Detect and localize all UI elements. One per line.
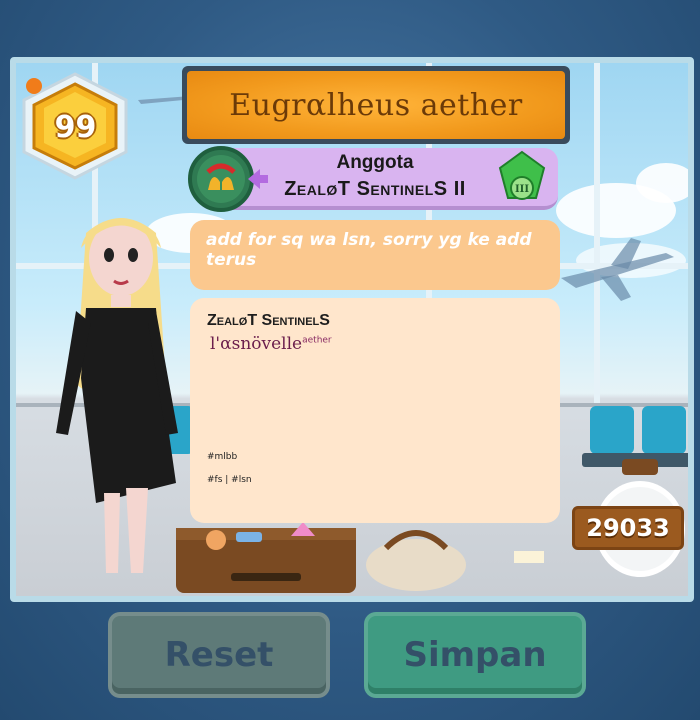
- level-badge: 99: [18, 70, 133, 180]
- airplane-icon: [561, 238, 674, 301]
- bells-wreath-icon: [197, 155, 245, 203]
- green-gem-rank-3-icon: III: [498, 150, 546, 200]
- notes-nickname: l'αsnövelleaether: [210, 334, 332, 354]
- nickname-text: l'αsnövelle: [210, 334, 303, 354]
- player-name-banner: Eugrαlheus aether: [182, 66, 570, 144]
- duffel-bag: [366, 530, 466, 591]
- cloud: [636, 163, 688, 203]
- guild-role: Anggota: [336, 152, 414, 173]
- notes-guild-name: ZealøT SentinelS: [207, 312, 330, 329]
- level-number: 99: [54, 110, 97, 145]
- notes-tag: #mlbb: [207, 452, 238, 462]
- reset-button[interactable]: Reset: [108, 612, 330, 698]
- notes-box[interactable]: ZealøT SentinelS l'αsnövelleaether #mlbb…: [190, 298, 560, 523]
- ticket: [514, 551, 544, 563]
- bio-text: add for sq wa lsn, sorry yg ke add terus: [206, 230, 532, 270]
- currency-ribbon: 29033: [572, 506, 684, 550]
- notes-tag: #fs | #lsn: [207, 475, 252, 485]
- nickname-superscript: aether: [302, 335, 332, 346]
- rank-numeral: III: [515, 184, 529, 195]
- player-name: Eugrαlheus aether: [229, 87, 523, 123]
- guild-name: ZealøT SentinelS II: [284, 178, 466, 200]
- save-button[interactable]: Simpan: [364, 612, 586, 698]
- bio-box[interactable]: add for sq wa lsn, sorry yg ke add terus: [190, 220, 560, 290]
- currency-amount: 29033: [586, 514, 670, 542]
- player-avatar[interactable]: [36, 203, 206, 588]
